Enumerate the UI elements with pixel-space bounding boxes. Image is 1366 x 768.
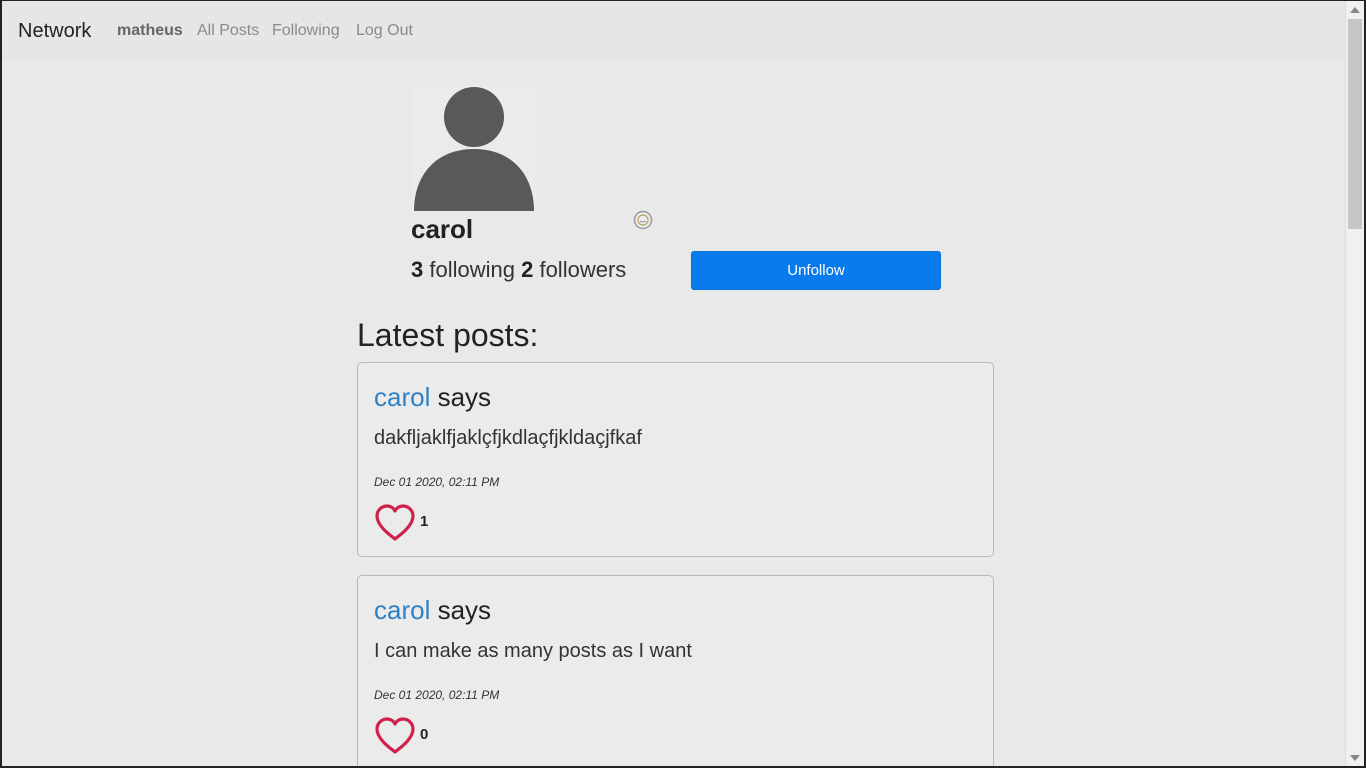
like-count: 1 <box>420 513 429 530</box>
post-card: carol says dakfljaklfjaklçfjkdlaçfjkldaç… <box>357 362 994 557</box>
following-label: following <box>423 257 522 282</box>
post-header: carol says <box>374 595 491 626</box>
following-count: 3 <box>411 257 424 282</box>
profile-username: carol <box>411 214 474 244</box>
post-body: I can make as many posts as I want <box>374 640 692 662</box>
post-author-link[interactable]: carol <box>374 595 430 625</box>
nav-logout-link[interactable]: Log Out <box>356 22 413 40</box>
nav-following-link[interactable]: Following <box>272 22 340 40</box>
unfollow-button[interactable]: Unfollow <box>691 251 941 290</box>
person-avatar-icon <box>412 85 536 211</box>
heart-icon[interactable] <box>373 503 417 543</box>
post-timestamp: Dec 01 2020, 02:11 PM <box>374 688 500 702</box>
navbar: Network matheus All Posts Following Log … <box>2 1 1348 59</box>
latest-posts-heading: Latest posts: <box>357 317 539 353</box>
post-body: dakfljaklfjaklçfjkdlaçfjkldaçjfkaf <box>374 427 642 449</box>
post-author-link[interactable]: carol <box>374 382 430 412</box>
scroll-down-arrow-icon[interactable] <box>1350 755 1360 761</box>
post-says-label: says <box>430 382 492 412</box>
scrollbar-thumb[interactable] <box>1348 19 1362 229</box>
follow-stats: 3 following 2 followers <box>411 257 626 283</box>
brand-link[interactable]: Network <box>18 20 91 43</box>
like-count: 0 <box>420 726 429 743</box>
post-card: carol says I can make as many posts as I… <box>357 575 994 766</box>
scroll-up-arrow-icon[interactable] <box>1350 7 1360 13</box>
post-timestamp: Dec 01 2020, 02:11 PM <box>374 475 500 489</box>
mouse-cursor-icon <box>633 210 653 230</box>
post-header: carol says <box>374 382 491 413</box>
browser-viewport: Network matheus All Posts Following Log … <box>0 0 1366 768</box>
vertical-scrollbar[interactable] <box>1345 1 1364 766</box>
followers-count: 2 <box>521 257 534 282</box>
nav-user-link[interactable]: matheus <box>117 22 183 40</box>
followers-label: followers <box>533 257 627 282</box>
post-says-label: says <box>430 595 492 625</box>
heart-icon[interactable] <box>373 716 417 756</box>
nav-all-posts-link[interactable]: All Posts <box>197 22 259 40</box>
